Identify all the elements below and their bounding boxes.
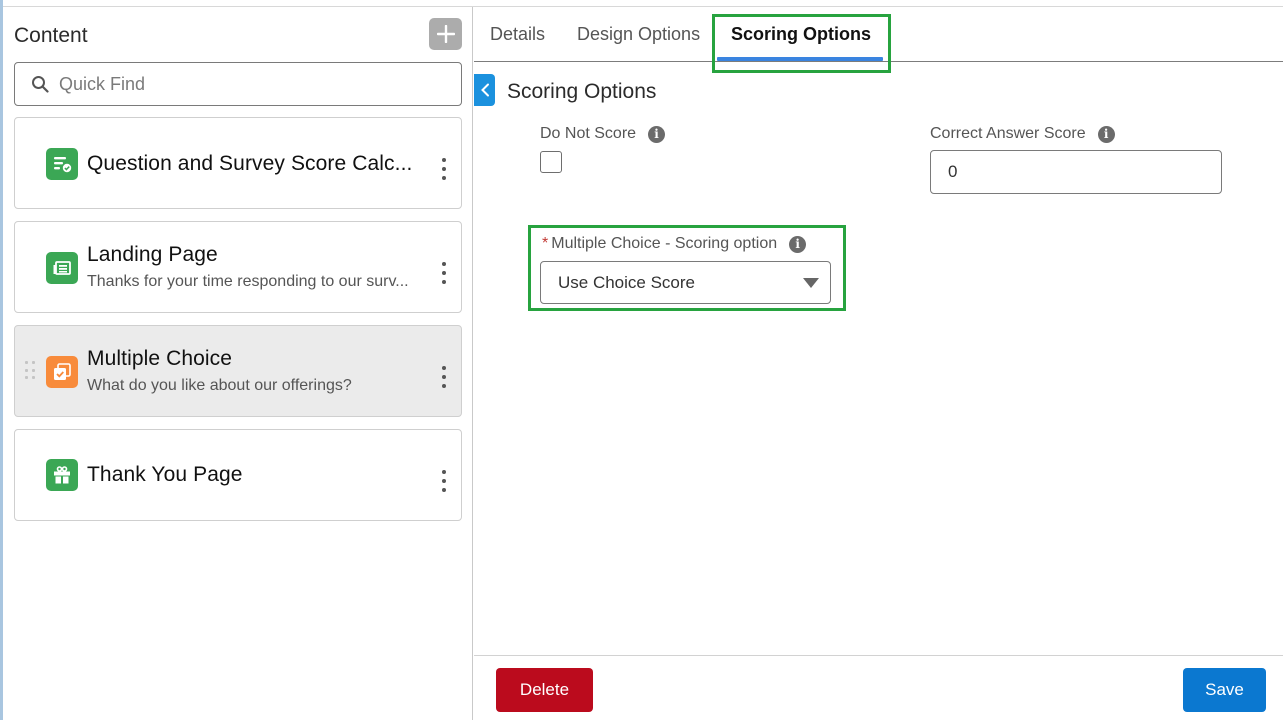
content-item-subtitle: What do you like about our offerings? (87, 377, 352, 394)
correct-answer-score-label: Correct Answer Score i (930, 125, 1115, 143)
correct-answer-score-label-text: Correct Answer Score (930, 125, 1086, 142)
content-item-landing-page[interactable]: Landing Page Thanks for your time respon… (14, 221, 462, 313)
delete-button[interactable]: Delete (496, 668, 593, 712)
content-item-multiple-choice[interactable]: Multiple Choice What do you like about o… (14, 325, 462, 417)
scoring-option-select[interactable]: Use Choice Score (540, 261, 831, 304)
search-icon (32, 76, 49, 93)
content-item-title: Thank You Page (87, 463, 243, 486)
content-item-title: Landing Page (87, 243, 218, 266)
panel-footer: Delete Save (474, 655, 1283, 720)
correct-answer-score-input[interactable] (930, 150, 1222, 194)
info-icon[interactable]: i (648, 125, 666, 143)
add-content-button[interactable] (429, 18, 462, 50)
content-sidebar: Content Question and Survey Score Calc..… (3, 7, 473, 720)
scoring-option-selected-value: Use Choice Score (558, 272, 696, 292)
dropdown-caret-icon (803, 278, 819, 288)
score-calculation-icon (46, 148, 78, 180)
content-item-subtitle: Thanks for your time responding to our s… (87, 273, 409, 290)
do-not-score-label-text: Do Not Score (540, 125, 637, 142)
required-marker: * (542, 235, 549, 252)
scoring-option-label-text: Multiple Choice - Scoring option (551, 235, 778, 252)
tab-design-options[interactable]: Design Options (577, 24, 700, 45)
active-tab-indicator (717, 57, 883, 61)
drag-handle-icon[interactable] (25, 361, 37, 381)
content-item-score-calculation[interactable]: Question and Survey Score Calc... (14, 117, 462, 209)
scoring-option-label: * Multiple Choice - Scoring option i (542, 235, 807, 253)
multiple-choice-icon (46, 356, 78, 388)
quick-find-search[interactable] (14, 62, 462, 106)
gift-icon (46, 459, 78, 491)
content-item-title: Multiple Choice (87, 347, 233, 370)
item-menu-icon[interactable] (438, 366, 450, 388)
quick-find-input[interactable] (59, 73, 439, 95)
chevron-left-icon (480, 83, 489, 97)
item-menu-icon[interactable] (438, 470, 450, 492)
collapse-panel-button[interactable] (474, 74, 495, 106)
save-button[interactable]: Save (1183, 668, 1266, 712)
content-item-title: Question and Survey Score Calc... (87, 152, 413, 175)
do-not-score-checkbox[interactable] (540, 151, 562, 173)
item-menu-icon[interactable] (438, 158, 450, 180)
landing-page-icon (46, 252, 78, 284)
tab-details[interactable]: Details (490, 24, 545, 45)
content-item-thank-you-page[interactable]: Thank You Page (14, 429, 462, 521)
section-title: Scoring Options (507, 80, 657, 103)
do-not-score-label: Do Not Score i (540, 125, 666, 143)
info-icon[interactable]: i (1097, 125, 1115, 143)
tab-bar: Details Design Options Scoring Options (474, 7, 1283, 62)
item-menu-icon[interactable] (438, 262, 450, 284)
properties-panel: Details Design Options Scoring Options S… (474, 7, 1283, 720)
sidebar-title: Content (14, 24, 88, 47)
plus-icon (436, 25, 455, 43)
info-icon[interactable]: i (789, 235, 807, 253)
tab-scoring-options[interactable]: Scoring Options (731, 24, 871, 45)
